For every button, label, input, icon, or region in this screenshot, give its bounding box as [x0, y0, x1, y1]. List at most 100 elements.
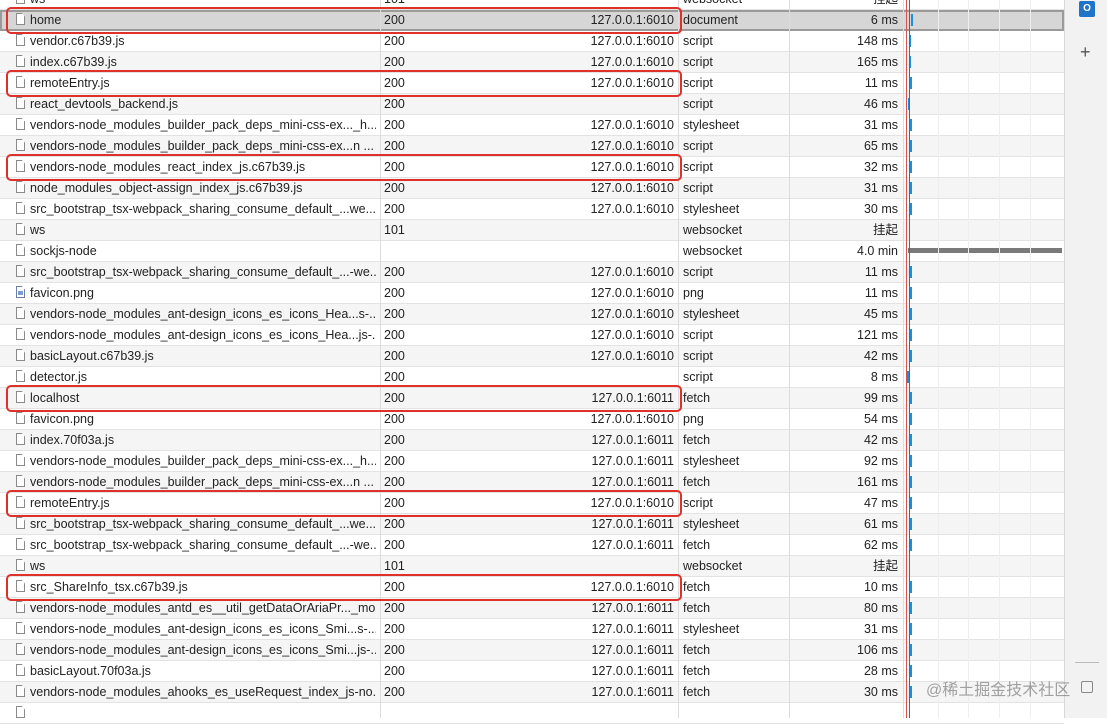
- request-name: basicLayout.c67b39.js: [30, 349, 154, 363]
- waterfall-gridline: [999, 0, 1000, 718]
- request-time: 165 ms: [857, 55, 898, 69]
- sidebar-panel-icon[interactable]: [1081, 681, 1093, 693]
- table-row[interactable]: vendors-node_modules_ant-design_icons_es…: [0, 304, 1064, 325]
- outlook-icon[interactable]: O: [1079, 1, 1095, 17]
- request-status: 200: [384, 307, 405, 321]
- request-time: 54 ms: [863, 412, 898, 426]
- status-column-divider[interactable]: [380, 0, 381, 718]
- table-row[interactable]: ws 101 websocket 挂起: [0, 0, 1064, 10]
- table-row[interactable]: vendors-node_modules_builder_pack_deps_m…: [0, 115, 1064, 136]
- table-row[interactable]: src_ShareInfo_tsx.c67b39.js 200 127.0.0.1:…: [0, 577, 1064, 598]
- request-type: [683, 703, 783, 723]
- request-status: 200: [384, 286, 405, 300]
- request-type: png: [683, 286, 704, 300]
- table-row[interactable]: vendors-node_modules_react_index_js.c67b…: [0, 157, 1064, 178]
- table-row[interactable]: [0, 703, 1064, 724]
- request-type: fetch: [683, 643, 711, 657]
- request-name: vendors-node_modules_ahooks_es_useReques…: [30, 685, 376, 699]
- table-row[interactable]: vendors-node_modules_ant-design_icons_es…: [0, 619, 1064, 640]
- table-row[interactable]: src_bootstrap_tsx-webpack_sharing_consum…: [0, 262, 1064, 283]
- table-row[interactable]: react_devtools_backend.js 200 script 46 ms: [0, 94, 1064, 115]
- waterfall-bar: [910, 266, 912, 278]
- request-domain: 127.0.0.1:6010: [590, 349, 674, 363]
- table-row[interactable]: basicLayout.c67b39.js 200 127.0.0.1:6010 sc…: [0, 346, 1064, 367]
- table-row[interactable]: remoteEntry.js 200 127.0.0.1:6010 script 11 …: [0, 73, 1064, 94]
- table-row[interactable]: node_modules_object-assign_index_js.c67b…: [0, 178, 1064, 199]
- request-name: vendors-node_modules_builder_pack_deps_m…: [30, 454, 376, 468]
- request-name: node_modules_object-assign_index_js.c67b…: [30, 181, 303, 195]
- table-row[interactable]: sockjs-node websocket 4.0 min: [0, 241, 1064, 262]
- file-icon: [16, 433, 25, 445]
- waterfall-bar: [910, 203, 912, 215]
- file-icon: [16, 55, 25, 67]
- sidebar-divider: [1075, 662, 1099, 663]
- file-icon: [16, 118, 25, 130]
- request-type: script: [683, 139, 713, 153]
- table-row[interactable]: vendors-node_modules_builder_pack_deps_m…: [0, 472, 1064, 493]
- request-status: 200: [384, 496, 405, 510]
- table-row[interactable]: detector.js 200 script 8 ms: [0, 367, 1064, 388]
- file-icon: [16, 139, 25, 151]
- table-row[interactable]: src_bootstrap_tsx-webpack_sharing_consum…: [0, 535, 1064, 556]
- request-type: fetch: [683, 685, 711, 699]
- table-row[interactable]: localhost 200 127.0.0.1:6011 fetch 99 ms: [0, 388, 1064, 409]
- table-row[interactable]: vendors-node_modules_ahooks_es_useReques…: [0, 682, 1064, 703]
- request-type: fetch: [683, 601, 711, 615]
- table-row[interactable]: index.c67b39.js 200 127.0.0.1:6010 script 16…: [0, 52, 1064, 73]
- table-row[interactable]: index.70f03a.js 200 127.0.0.1:6011 fetch 42 …: [0, 430, 1064, 451]
- table-row[interactable]: basicLayout.70f03a.js 200 127.0.0.1:6011 fe…: [0, 661, 1064, 682]
- request-name: src_bootstrap_tsx-webpack_sharing_consum…: [30, 517, 376, 531]
- table-row[interactable]: favicon.png 200 127.0.0.1:6010 png 11 ms: [0, 283, 1064, 304]
- waterfall-bar: [910, 140, 912, 152]
- table-row[interactable]: vendor.c67b39.js 200 127.0.0.1:6010 script 1…: [0, 31, 1064, 52]
- request-time: 31 ms: [863, 622, 898, 636]
- waterfall-bar: [910, 455, 912, 467]
- request-domain: 127.0.0.1:6010: [590, 496, 674, 510]
- waterfall-column-divider[interactable]: [903, 0, 904, 718]
- file-icon: [16, 223, 25, 235]
- type-column-divider[interactable]: [678, 0, 679, 718]
- waterfall-bar: [910, 602, 912, 614]
- request-time: 30 ms: [863, 202, 898, 216]
- table-row[interactable]: favicon.png 200 127.0.0.1:6010 png 54 ms: [0, 409, 1064, 430]
- table-row[interactable]: ws 101 websocket 挂起: [0, 556, 1064, 577]
- request-domain: 127.0.0.1:6011: [591, 454, 674, 468]
- file-icon: [16, 160, 25, 172]
- request-time: 148 ms: [857, 34, 898, 48]
- request-type: script: [683, 76, 713, 90]
- request-type: script: [683, 349, 713, 363]
- table-row[interactable]: home 200 127.0.0.1:6010 document 6 ms: [0, 10, 1064, 31]
- request-domain: 127.0.0.1:6010: [590, 580, 674, 594]
- table-row[interactable]: vendors-node_modules_ant-design_icons_es…: [0, 640, 1064, 661]
- request-type: script: [683, 181, 713, 195]
- request-domain: 127.0.0.1:6011: [591, 601, 674, 615]
- table-row[interactable]: vendors-node_modules_antd_es__util_getDa…: [0, 598, 1064, 619]
- request-type: websocket: [683, 223, 743, 237]
- request-domain: 127.0.0.1:6011: [591, 664, 674, 678]
- waterfall-bar: [910, 161, 912, 173]
- file-icon: [16, 370, 25, 382]
- table-row[interactable]: ws 101 websocket 挂起: [0, 220, 1064, 241]
- request-time: 28 ms: [863, 664, 898, 678]
- request-status: 101: [384, 0, 444, 9]
- table-row[interactable]: src_bootstrap_tsx-webpack_sharing_consum…: [0, 199, 1064, 220]
- request-time: 11 ms: [864, 286, 898, 300]
- request-type: fetch: [683, 475, 711, 489]
- table-row[interactable]: vendors-node_modules_builder_pack_deps_m…: [0, 136, 1064, 157]
- waterfall-gridline: [1030, 0, 1031, 718]
- request-domain: 127.0.0.1:6011: [591, 433, 674, 447]
- request-status: 200: [384, 118, 405, 132]
- table-row[interactable]: src_bootstrap_tsx-webpack_sharing_consum…: [0, 514, 1064, 535]
- time-column-divider[interactable]: [789, 0, 790, 718]
- table-row[interactable]: remoteEntry.js 200 127.0.0.1:6010 script 47 …: [0, 493, 1064, 514]
- table-row[interactable]: vendors-node_modules_ant-design_icons_es…: [0, 325, 1064, 346]
- file-icon: [16, 307, 25, 319]
- add-icon[interactable]: +: [1080, 42, 1091, 62]
- request-status: 101: [384, 559, 405, 573]
- file-icon: [16, 580, 25, 592]
- request-type: stylesheet: [683, 307, 740, 321]
- table-row[interactable]: vendors-node_modules_builder_pack_deps_m…: [0, 451, 1064, 472]
- request-time: 42 ms: [863, 349, 898, 363]
- network-request-table: ws 101 websocket 挂起 home 200 127.0.0.1:6010 doc…: [0, 0, 1064, 724]
- waterfall-bar: [910, 434, 912, 446]
